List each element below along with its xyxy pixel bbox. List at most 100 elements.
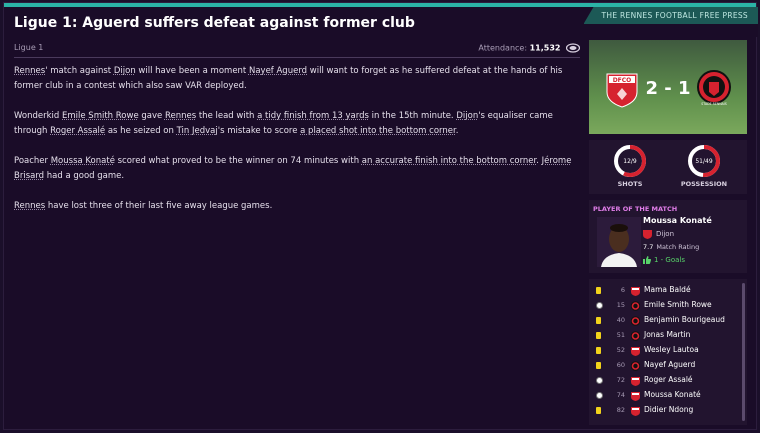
article-text-span: scored what proved to be the winner on 7…	[114, 156, 362, 166]
article-paragraph: Rennes have lost three of their last fiv…	[14, 199, 574, 214]
article-link[interactable]: a placed shot into the bottom corner	[300, 126, 456, 136]
dijon-crest-icon	[631, 287, 640, 296]
event-player[interactable]: Moussa Konaté	[644, 390, 701, 399]
article-link[interactable]: Rennes	[165, 111, 196, 121]
rennes-crest-icon	[631, 301, 640, 311]
article-text-span: in the 15th minute.	[368, 111, 457, 121]
potm-club-name: Dijon	[656, 230, 674, 238]
yellow-card-icon	[596, 287, 601, 294]
possession-label: POSSESSION	[680, 180, 728, 188]
attendance-label: Attendance:	[478, 43, 528, 53]
article-link[interactable]: Emile Smith Rowe	[62, 111, 139, 121]
competition-label: Ligue 1	[14, 43, 44, 52]
event-row[interactable]: 74 Moussa Konaté	[589, 388, 739, 403]
goal-ball-icon	[596, 377, 603, 384]
goal-ball-icon	[596, 392, 603, 399]
article-text-span: gave	[138, 111, 165, 121]
event-player[interactable]: Roger Assalé	[644, 375, 693, 384]
yellow-card-icon	[596, 347, 601, 354]
attendance: Attendance: 11,532	[478, 43, 580, 53]
article-text-span: the lead with	[196, 111, 258, 121]
article-paragraph: Poacher Moussa Konaté scored what proved…	[14, 154, 574, 184]
player-of-the-match[interactable]: PLAYER OF THE MATCH Moussa Konaté Dijon …	[589, 200, 747, 273]
event-row[interactable]: 6 Mama Baldé	[589, 283, 739, 298]
shots-ring: 12/9	[614, 145, 646, 177]
article-link[interactable]: Roger Assalé	[50, 126, 105, 136]
article-link[interactable]: an accurate finish into the bottom corne…	[362, 156, 536, 166]
event-row[interactable]: 52 Wesley Lautoa	[589, 343, 739, 358]
article-text-span: will have been a moment	[135, 66, 249, 76]
article-text-span: .	[455, 126, 459, 136]
article-body: Ligue 1 Attendance: 11,532 Rennes' match…	[14, 43, 580, 229]
article-link[interactable]: Nayef Aguerd	[249, 66, 307, 76]
match-sidebar: DFCO 2 - 1 STADE RENNAIS 12/9 SHOTS 51/4…	[589, 40, 747, 425]
event-minute: 40	[616, 316, 625, 324]
event-player[interactable]: Wesley Lautoa	[644, 345, 699, 354]
article-text-span: have lost three of their last five away …	[45, 201, 273, 211]
shots-value: 12/9	[623, 158, 637, 165]
scoreboard[interactable]: DFCO 2 - 1 STADE RENNAIS	[589, 40, 747, 134]
events-scrollbar[interactable]	[742, 283, 745, 421]
event-row[interactable]: 40 Benjamin Bourigeaud	[589, 313, 739, 328]
source-badge: THE RENNES FOOTBALL FREE PRESS	[583, 7, 758, 24]
shots-label: SHOTS	[617, 180, 643, 188]
match-events-list: 6 Mama Baldé 15 Emile Smith Rowe 40 Benjamin …	[589, 279, 747, 425]
possession-ring: 51/49	[688, 145, 720, 177]
rennes-crest-icon: STADE RENNAIS	[697, 70, 731, 106]
event-row[interactable]: 51 Jonas Martin	[589, 328, 739, 343]
article-title: Ligue 1: Aguerd suffers defeat against f…	[14, 15, 415, 31]
stadium-icon	[566, 43, 580, 53]
dijon-crest-icon	[631, 347, 640, 356]
potm-club[interactable]: Dijon	[643, 229, 674, 239]
event-minute: 74	[616, 391, 625, 399]
potm-rating-value: 7.7	[643, 243, 654, 251]
article-link[interactable]: Rennes	[14, 66, 45, 76]
article-link[interactable]: Rennes	[14, 201, 45, 211]
event-row[interactable]: 82 Didier Ndong	[589, 403, 739, 418]
possession-value: 51/49	[695, 158, 712, 165]
article-text-span: ' match against	[45, 66, 114, 76]
event-player[interactable]: Mama Baldé	[644, 285, 691, 294]
potm-rating-label: Match Rating	[656, 243, 700, 251]
yellow-card-icon	[596, 317, 601, 324]
attendance-value: 11,532	[529, 43, 561, 53]
event-minute: 15	[616, 301, 625, 309]
event-player[interactable]: Benjamin Bourigeaud	[644, 315, 725, 324]
yellow-card-icon	[596, 362, 601, 369]
potm-goals-text: 1 - Goals	[654, 256, 686, 264]
event-player[interactable]: Jonas Martin	[644, 330, 690, 339]
event-minute: 60	[616, 361, 625, 369]
dijon-crest-icon	[631, 377, 640, 386]
article-paragraph: Rennes' match against Dijon will have be…	[14, 64, 574, 94]
article-link[interactable]: a tidy finish from 13 yards	[257, 111, 369, 121]
event-row[interactable]: 60 Nayef Aguerd	[589, 358, 739, 373]
divider	[14, 57, 580, 58]
rennes-crest-icon	[631, 316, 640, 326]
event-minute: 52	[616, 346, 625, 354]
player-portrait-icon	[597, 217, 641, 267]
event-row[interactable]: 72 Roger Assalé	[589, 373, 739, 388]
event-player[interactable]: Emile Smith Rowe	[644, 300, 712, 309]
article-link[interactable]: Dijon	[456, 111, 478, 121]
article-text-span: had a good game.	[44, 171, 125, 181]
article-meta: Ligue 1 Attendance: 11,532	[14, 43, 580, 57]
dijon-crest-icon	[631, 407, 640, 416]
potm-rating: 7.7 Match Rating	[643, 243, 699, 251]
article-link[interactable]: Moussa Konaté	[51, 156, 115, 166]
dijon-crest-icon	[631, 392, 640, 401]
potm-goals: 1 - Goals	[643, 256, 685, 264]
potm-name[interactable]: Moussa Konaté	[643, 216, 712, 225]
event-player[interactable]: Nayef Aguerd	[644, 360, 695, 369]
article-text: Rennes' match against Dijon will have be…	[14, 64, 574, 214]
rennes-crest-icon	[631, 331, 640, 341]
event-minute: 72	[616, 376, 625, 384]
dijon-crest-icon	[643, 230, 652, 239]
article-link[interactable]: Tin Jedvaj	[177, 126, 218, 136]
away-badge-text: STADE RENNAIS	[701, 102, 727, 106]
article-link[interactable]: Dijon	[114, 66, 136, 76]
event-row[interactable]: 15 Emile Smith Rowe	[589, 298, 739, 313]
article-paragraph: Wonderkid Emile Smith Rowe gave Rennes t…	[14, 109, 574, 139]
match-stats: 12/9 SHOTS 51/49 POSSESSION	[589, 140, 747, 194]
event-player[interactable]: Didier Ndong	[644, 405, 693, 414]
yellow-card-icon	[596, 332, 601, 339]
